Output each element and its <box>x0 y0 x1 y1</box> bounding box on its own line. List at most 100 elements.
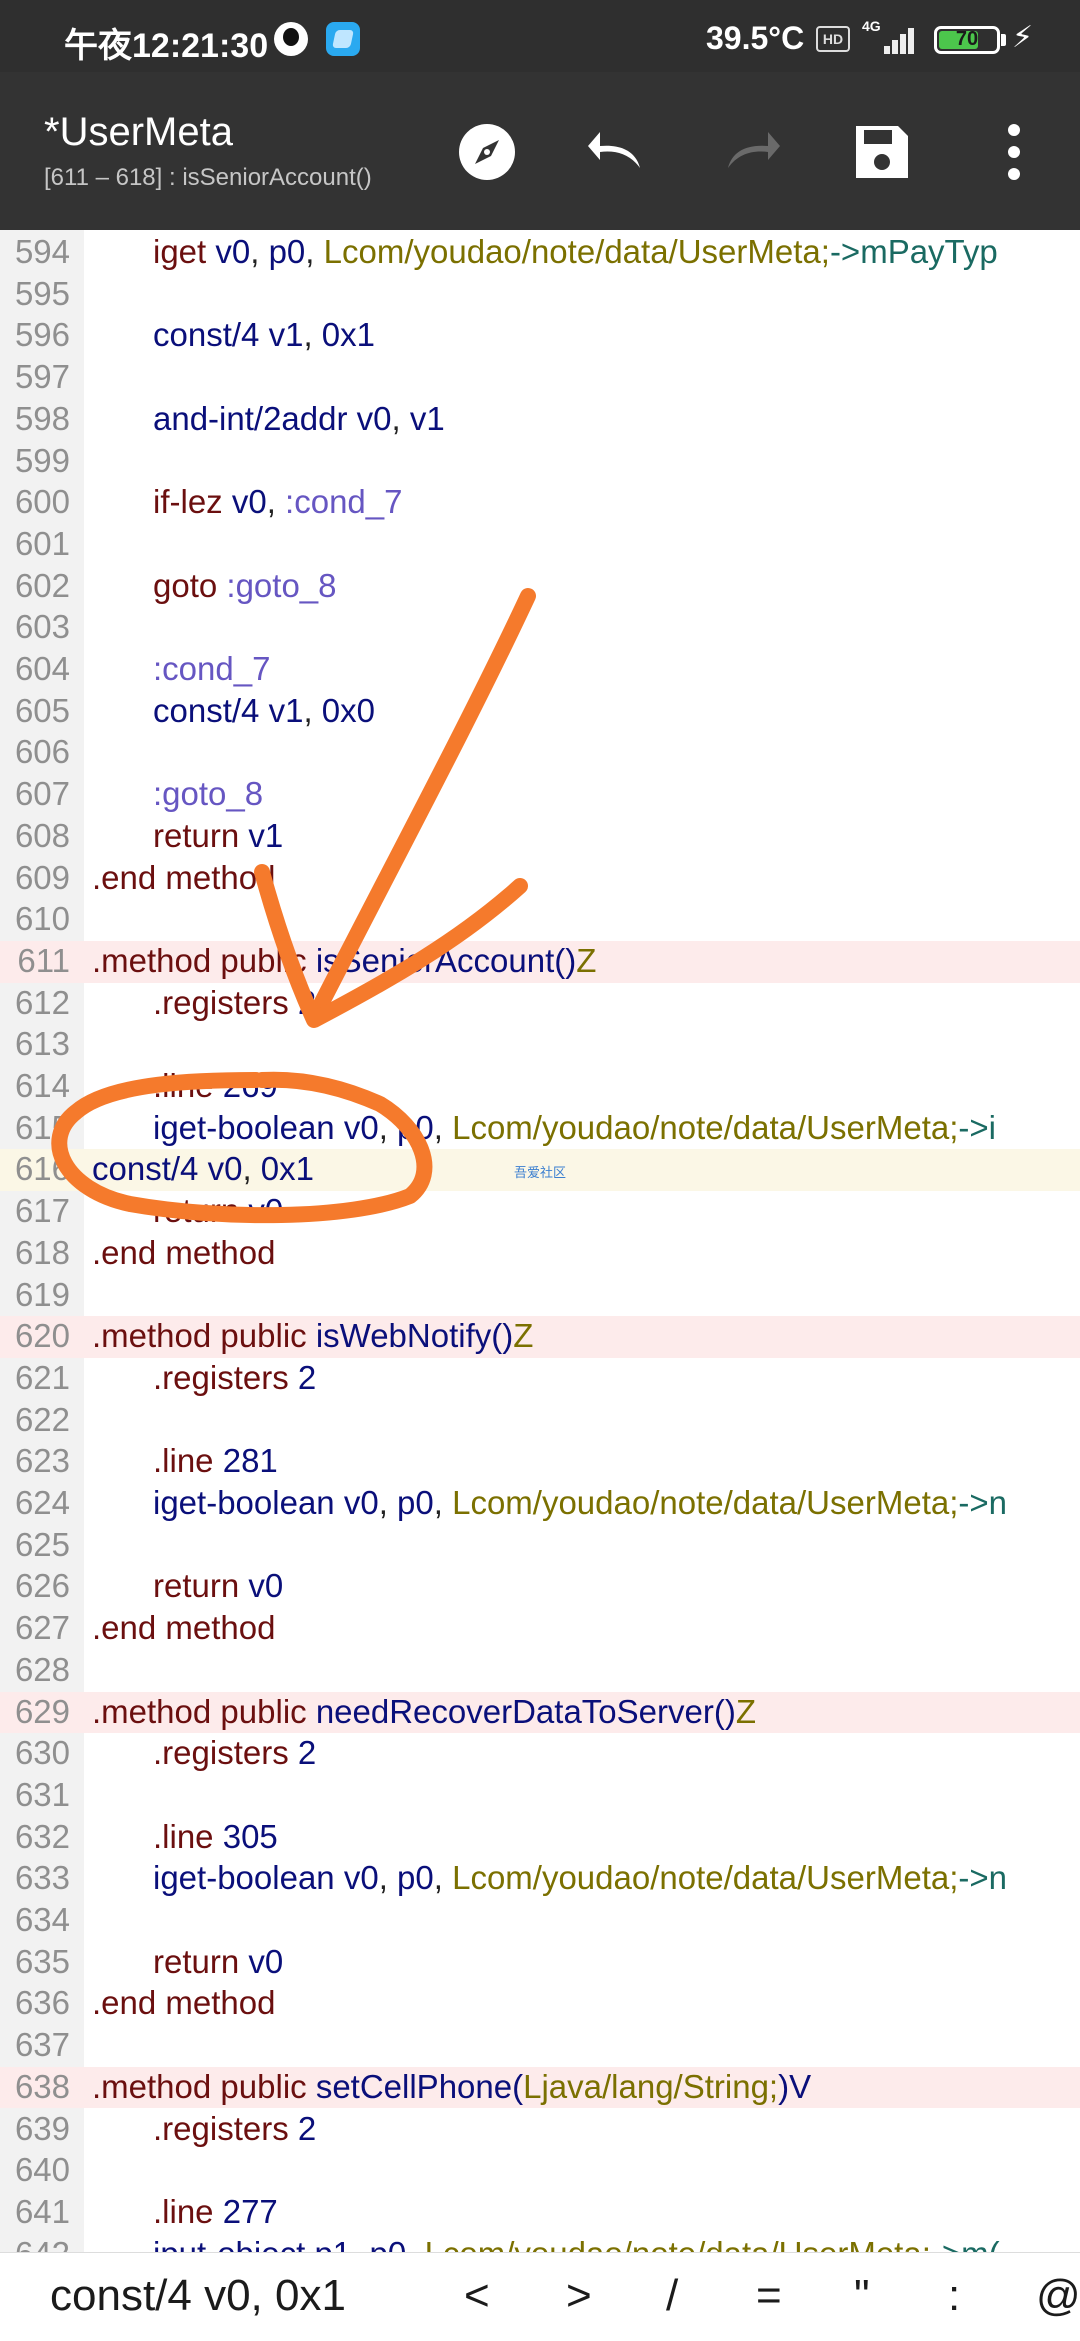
code-line[interactable]: 606 <box>0 732 1080 774</box>
code-token: .end method <box>92 1233 276 1271</box>
more-options-button[interactable] <box>974 112 1054 192</box>
code-line[interactable]: 633 iget-boolean v0, p0, Lcom/youdao/note… <box>0 1858 1080 1900</box>
line-number: 633 <box>14 1859 70 1897</box>
quick-insert-symbol[interactable]: > <box>566 2271 592 2321</box>
code-token: return <box>153 1192 249 1230</box>
qq-notification-icon <box>274 22 308 56</box>
code-text: .registers 2 <box>153 1359 316 1397</box>
line-number: 605 <box>14 691 70 729</box>
code-line[interactable]: 625 <box>0 1525 1080 1567</box>
code-token: return <box>153 1942 249 1980</box>
code-line[interactable]: 636 .end method <box>0 1983 1080 2025</box>
code-line[interactable]: 614 .line 269 <box>0 1066 1080 1108</box>
code-line[interactable]: 637 <box>0 2025 1080 2067</box>
code-token: v1 <box>248 816 284 854</box>
code-token: p0 <box>397 1108 434 1146</box>
code-text: const/4 v0, 0x1 <box>92 1150 314 1188</box>
code-token: if-lez <box>153 483 232 521</box>
quick-insert-symbol[interactable]: : <box>948 2271 960 2321</box>
code-token: Z <box>735 1692 757 1730</box>
code-token: and-int/2addr <box>153 399 357 437</box>
undo-button[interactable] <box>578 112 658 192</box>
code-token: .registers <box>153 1358 298 1396</box>
code-text: .registers 2 <box>153 984 316 1022</box>
code-token: , <box>378 1484 398 1521</box>
code-line[interactable]: 598 and-int/2addr v0, v1 <box>0 399 1080 441</box>
code-line[interactable]: 639 .registers 2 <box>0 2109 1080 2151</box>
code-line[interactable]: 613 <box>0 1024 1080 1066</box>
code-token: public <box>220 1692 316 1730</box>
code-line[interactable]: 627 .end method <box>0 1608 1080 1650</box>
save-button[interactable] <box>842 112 922 192</box>
code-line[interactable]: 599 <box>0 441 1080 483</box>
code-token: .registers <box>153 2109 298 2147</box>
code-line[interactable]: 610 <box>0 899 1080 941</box>
code-token: Z <box>513 1317 534 1355</box>
quick-insert-symbol[interactable]: / <box>666 2271 678 2321</box>
quick-insert-symbol[interactable]: " <box>854 2271 870 2321</box>
code-text: .method public isSeniorAccount()Z <box>92 942 596 980</box>
code-token: p0 <box>370 2235 407 2252</box>
code-line[interactable]: 605 const/4 v1, 0x0 <box>0 691 1080 733</box>
code-line[interactable]: 621 .registers 2 <box>0 1358 1080 1400</box>
quick-insert-snippet[interactable]: const/4 v0, 0x1 <box>50 2271 346 2321</box>
code-line[interactable]: 622 <box>0 1400 1080 1442</box>
code-line[interactable]: 624 iget-boolean v0, p0, Lcom/youdao/note… <box>0 1483 1080 1525</box>
code-text: return v1 <box>153 817 283 855</box>
code-line[interactable]: 608 return v1 <box>0 816 1080 858</box>
code-line[interactable]: 595 <box>0 274 1080 316</box>
code-line[interactable]: 594 iget v0, p0, Lcom/youdao/note/data/Us… <box>0 232 1080 274</box>
code-line[interactable]: 626 return v0 <box>0 1566 1080 1608</box>
code-line[interactable]: 628 <box>0 1650 1080 1692</box>
redo-button[interactable] <box>710 112 790 192</box>
code-token: .end method <box>92 1984 276 2022</box>
quick-insert-symbol[interactable]: @ <box>1036 2271 1080 2321</box>
code-line[interactable]: 642 iput-object p1, p0, Lcom/youdao/note/… <box>0 2234 1080 2252</box>
code-line[interactable]: 617 return v0 <box>0 1191 1080 1233</box>
code-token: , <box>406 2235 424 2252</box>
code-line[interactable]: 602 goto :goto_8 <box>0 566 1080 608</box>
navigate-button[interactable] <box>447 112 527 192</box>
code-line[interactable]: 607:goto_8 <box>0 774 1080 816</box>
code-line[interactable]: 641 .line 277 <box>0 2192 1080 2234</box>
code-line[interactable]: 603 <box>0 607 1080 649</box>
code-line[interactable]: 596 const/4 v1, 0x1 <box>0 315 1080 357</box>
code-line[interactable]: 618 .end method <box>0 1233 1080 1275</box>
code-token: 305 <box>222 1817 278 1855</box>
code-line[interactable]: 632 .line 305 <box>0 1817 1080 1859</box>
code-line[interactable]: 619 <box>0 1275 1080 1317</box>
code-line[interactable]: 629 .method public needRecoverDataToServe… <box>0 1691 1080 1734</box>
code-token: 277 <box>222 2192 278 2230</box>
code-line[interactable]: 611 .method public isSeniorAccount()Z <box>0 940 1080 983</box>
code-line[interactable]: 635 return v0 <box>0 1942 1080 1984</box>
code-editor[interactable]: 594 iget v0, p0, Lcom/youdao/note/data/Us… <box>0 230 1080 2252</box>
code-line[interactable]: 601 <box>0 524 1080 566</box>
quick-insert-symbol[interactable]: < <box>464 2271 490 2321</box>
code-line[interactable]: 609 .end method <box>0 858 1080 900</box>
code-line[interactable]: 631 <box>0 1775 1080 1817</box>
code-line[interactable]: 623 .line 281 <box>0 1441 1080 1483</box>
editor-toolbar: *UserMeta [611 – 618] : isSeniorAccount(… <box>0 72 1080 230</box>
code-token: p0 <box>397 1484 434 1521</box>
code-line[interactable]: 612 .registers 2 <box>0 983 1080 1025</box>
code-token: 0x1 <box>321 316 375 354</box>
code-line[interactable]: 630 .registers 2 <box>0 1733 1080 1775</box>
code-line[interactable]: 597 <box>0 357 1080 399</box>
quick-insert-symbol[interactable]: = <box>756 2271 782 2321</box>
code-token: p0 <box>268 233 306 270</box>
code-token: public <box>220 1317 316 1355</box>
code-line[interactable]: 604:cond_7 <box>0 649 1080 691</box>
code-token: .registers <box>153 1734 298 1772</box>
line-number: 634 <box>14 1901 70 1938</box>
code-line[interactable]: 640 <box>0 2150 1080 2192</box>
code-token: v0 <box>215 233 251 270</box>
code-line[interactable]: 638 .method public setCellPhone(Ljava/lan… <box>0 2066 1080 2109</box>
undo-icon <box>588 132 640 168</box>
code-line[interactable]: 615 iget-boolean v0, p0, Lcom/youdao/note… <box>0 1108 1080 1150</box>
code-token: 0x0 <box>321 691 375 729</box>
code-line[interactable]: 620 .method public isWebNotify()Z <box>0 1316 1080 1358</box>
status-time: 午夜12:21:30 <box>64 27 269 65</box>
code-line[interactable]: 634 <box>0 1900 1080 1942</box>
watermark: 吾爱社区 <box>514 1165 567 1180</box>
code-line[interactable]: 600 if-lez v0, :cond_7 <box>0 482 1080 524</box>
